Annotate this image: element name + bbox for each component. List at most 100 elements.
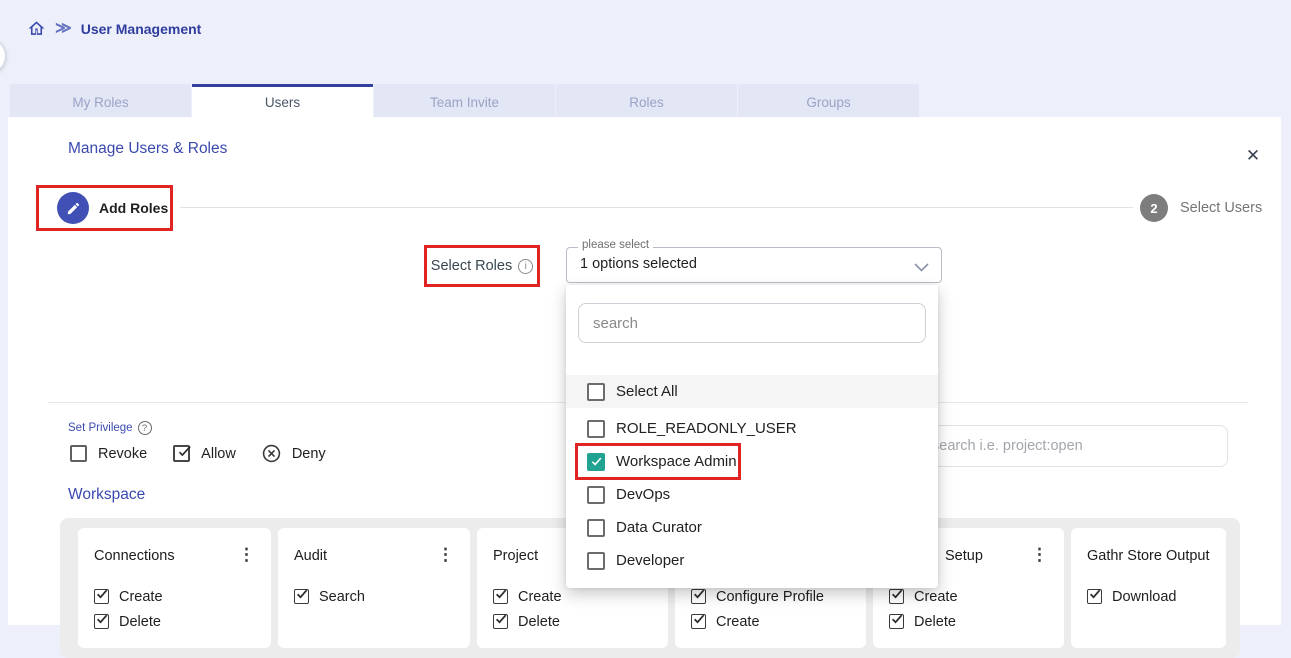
- checked-checkbox-icon[interactable]: [94, 589, 109, 604]
- tab-my-roles[interactable]: My Roles: [10, 84, 191, 117]
- set-privilege-label: Set Privilege: [68, 422, 133, 434]
- tab-team-invite[interactable]: Team Invite: [374, 84, 555, 117]
- permission-card-gathr-store-output: Gathr Store Output Download: [1071, 528, 1226, 648]
- checked-checkbox-icon[interactable]: [691, 589, 706, 604]
- step-label: Select Users: [1180, 200, 1262, 216]
- permission-card-audit: Audit ⋮ Search: [278, 528, 470, 648]
- permission-item: Search: [294, 584, 454, 609]
- permission-item: Delete: [94, 609, 255, 634]
- permission-item: Delete: [889, 609, 1048, 634]
- dropdown-option-devops[interactable]: DevOps: [566, 478, 938, 511]
- checkbox-icon[interactable]: [587, 383, 605, 401]
- dropdown-option-label: Select All: [616, 383, 678, 400]
- legend-label-revoke: Revoke: [98, 446, 147, 462]
- checked-checkbox-icon[interactable]: [889, 614, 904, 629]
- card-items: Create Delete: [94, 584, 255, 634]
- checked-checkbox-icon[interactable]: [94, 614, 109, 629]
- checked-checkbox-icon[interactable]: [691, 614, 706, 629]
- card-items: Create Delete: [493, 584, 652, 634]
- home-icon[interactable]: [27, 19, 46, 38]
- dropdown-search-input[interactable]: [579, 304, 925, 342]
- tab-roles[interactable]: Roles: [556, 84, 737, 117]
- tab-groups[interactable]: Groups: [738, 84, 919, 117]
- kebab-menu-icon[interactable]: ⋮: [238, 548, 255, 562]
- checked-checkbox-icon[interactable]: [493, 614, 508, 629]
- permission-item-label: Create: [518, 589, 562, 605]
- privilege-search: [915, 425, 1228, 467]
- card-title: Connections: [94, 548, 175, 564]
- checkbox-icon[interactable]: [587, 552, 605, 570]
- checkbox-icon[interactable]: [587, 420, 605, 438]
- dropdown-search: [578, 303, 926, 343]
- permission-item-label: Delete: [914, 614, 956, 630]
- tab-label: My Roles: [72, 95, 128, 110]
- breadcrumb-separator-icon: ≫: [55, 21, 72, 37]
- dropdown-option-label: Developer: [616, 552, 684, 569]
- revoke-checkbox-icon: [70, 445, 87, 462]
- dropdown-option-label: Data Curator: [616, 519, 702, 536]
- permission-card-connections: Connections ⋮ Create Delete: [78, 528, 271, 648]
- allow-checkbox-icon: [173, 445, 190, 462]
- tab-label: Team Invite: [430, 95, 499, 110]
- dropdown-option-role-readonly-user[interactable]: ROLE_READONLY_USER: [566, 412, 938, 445]
- legend-label-allow: Allow: [201, 446, 236, 462]
- kebab-menu-icon[interactable]: ⋮: [437, 548, 454, 562]
- checkbox-icon[interactable]: [587, 519, 605, 537]
- deny-icon: [262, 444, 281, 463]
- tab-bar: My Roles Users Team Invite Roles Groups: [10, 84, 919, 117]
- legend-label-deny: Deny: [292, 446, 326, 462]
- pencil-icon: [57, 192, 89, 224]
- checked-checkbox-icon[interactable]: [493, 589, 508, 604]
- annotation-box-select-roles: Select Roles i: [424, 245, 540, 287]
- step-number-badge: 2: [1140, 194, 1168, 222]
- permission-item-label: Search: [319, 589, 365, 605]
- select-roles-label: Select Roles: [431, 258, 512, 274]
- dropdown-option-developer[interactable]: Developer: [566, 544, 938, 577]
- checked-checkbox-icon[interactable]: [1087, 589, 1102, 604]
- kebab-menu-icon[interactable]: ⋮: [1031, 548, 1048, 562]
- tab-users[interactable]: Users: [192, 84, 373, 117]
- tab-label: Users: [265, 95, 300, 110]
- permission-item: Delete: [493, 609, 652, 634]
- card-title: Gathr Store Output: [1087, 548, 1210, 564]
- permission-item-label: Delete: [518, 614, 560, 630]
- dropdown-option-label: ROLE_READONLY_USER: [616, 420, 797, 437]
- permission-item-label: Create: [914, 589, 958, 605]
- stepper-connector: [180, 207, 1133, 208]
- step-label: Add Roles: [99, 200, 168, 216]
- sidebar-toggle-handle[interactable]: [0, 38, 6, 74]
- card-title: Audit: [294, 548, 327, 564]
- card-items: Search: [294, 584, 454, 609]
- checked-checkbox-icon[interactable]: [889, 589, 904, 604]
- card-title-row: Gathr Store Output: [1087, 548, 1210, 566]
- select-field-floating-label: please select: [578, 239, 653, 251]
- close-icon[interactable]: ✕: [1243, 146, 1263, 166]
- chevron-down-icon[interactable]: [914, 259, 929, 277]
- card-items: Download: [1087, 584, 1210, 609]
- permission-item-label: Create: [716, 614, 760, 630]
- breadcrumb-current: User Management: [81, 21, 202, 37]
- stepper-step-add-roles[interactable]: Add Roles: [57, 192, 168, 224]
- card-items: Configure ProfileCreate: [691, 584, 850, 634]
- checkbox-icon[interactable]: [587, 486, 605, 504]
- privilege-legend: Revoke Allow Deny: [70, 444, 326, 463]
- help-icon[interactable]: ?: [138, 421, 152, 435]
- workspace-section-title: Workspace: [68, 486, 145, 504]
- tab-label: Groups: [806, 95, 850, 110]
- dropdown-option-data-curator[interactable]: Data Curator: [566, 511, 938, 544]
- info-icon[interactable]: i: [518, 259, 533, 274]
- set-privilege-title: Set Privilege ?: [68, 421, 152, 435]
- card-title-row: Connections ⋮: [94, 548, 255, 566]
- permission-item: Create: [94, 584, 255, 609]
- privilege-search-input[interactable]: [916, 426, 1227, 466]
- stepper-step-select-users[interactable]: 2 Select Users: [1140, 194, 1262, 222]
- permission-item-label: Create: [119, 589, 163, 605]
- dropdown-option-select-all[interactable]: Select All: [566, 375, 938, 408]
- dropdown-option-label: DevOps: [616, 486, 670, 503]
- permission-item-label: Delete: [119, 614, 161, 630]
- checked-checkbox-icon[interactable]: [294, 589, 309, 604]
- breadcrumb: ≫ User Management: [27, 19, 201, 38]
- roles-dropdown-panel: Select AllROLE_READONLY_USERWorkspace Ad…: [566, 285, 938, 588]
- permission-item: Download: [1087, 584, 1210, 609]
- card-title-row: Audit ⋮: [294, 548, 454, 566]
